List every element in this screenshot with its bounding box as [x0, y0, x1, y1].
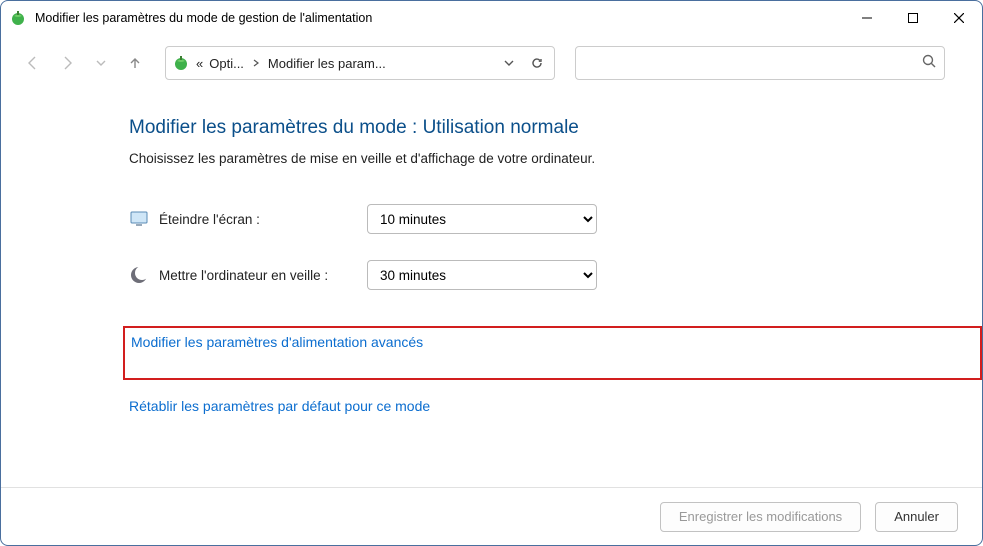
breadcrumb-item-2[interactable]: Modifier les param... [268, 56, 386, 71]
page-subtitle: Choisissez les paramètres de mise en vei… [129, 151, 982, 166]
address-dropdown-button[interactable] [498, 52, 520, 74]
save-button[interactable]: Enregistrer les modifications [660, 502, 861, 532]
reset-defaults-link[interactable]: Rétablir les paramètres par défaut pour … [129, 398, 430, 414]
window-controls [844, 1, 982, 35]
minimize-button[interactable] [844, 1, 890, 35]
footer: Enregistrer les modifications Annuler [1, 487, 982, 545]
close-button[interactable] [936, 1, 982, 35]
links-section: Modifier les paramètres d'alimentation a… [129, 326, 982, 436]
control-panel-icon [172, 54, 190, 72]
address-bar[interactable]: « Opti... Modifier les param... [165, 46, 555, 80]
search-box[interactable] [575, 46, 945, 80]
highlight-box: Modifier les paramètres d'alimentation a… [123, 326, 982, 380]
content-area: Modifier les paramètres du mode : Utilis… [1, 91, 982, 487]
maximize-button[interactable] [890, 1, 936, 35]
sleep-label: Mettre l'ordinateur en veille : [159, 268, 367, 283]
breadcrumb-prefix: « [196, 56, 203, 71]
breadcrumb-separator-icon [250, 59, 262, 67]
setting-row-sleep: Mettre l'ordinateur en veille : 30 minut… [129, 260, 982, 290]
breadcrumb-item-1[interactable]: Opti... [209, 56, 244, 71]
titlebar: Modifier les paramètres du mode de gesti… [1, 1, 982, 35]
cancel-button[interactable]: Annuler [875, 502, 958, 532]
setting-row-display: Éteindre l'écran : 10 minutes [129, 204, 982, 234]
search-input[interactable] [584, 55, 922, 72]
search-icon [922, 54, 936, 73]
window-title: Modifier les paramètres du mode de gesti… [35, 11, 844, 25]
toolbar: « Opti... Modifier les param... [1, 35, 982, 91]
monitor-icon [129, 209, 149, 229]
display-off-label: Éteindre l'écran : [159, 212, 367, 227]
recent-locations-button[interactable] [87, 49, 115, 77]
page-title: Modifier les paramètres du mode : Utilis… [129, 117, 982, 139]
sleep-select[interactable]: 30 minutes [367, 260, 597, 290]
up-button[interactable] [121, 49, 149, 77]
moon-icon [129, 265, 149, 285]
back-button[interactable] [19, 49, 47, 77]
refresh-button[interactable] [526, 52, 548, 74]
display-off-select[interactable]: 10 minutes [367, 204, 597, 234]
power-plan-icon [9, 9, 27, 27]
advanced-settings-link[interactable]: Modifier les paramètres d'alimentation a… [131, 334, 423, 350]
window-frame: Modifier les paramètres du mode de gesti… [0, 0, 983, 546]
forward-button[interactable] [53, 49, 81, 77]
